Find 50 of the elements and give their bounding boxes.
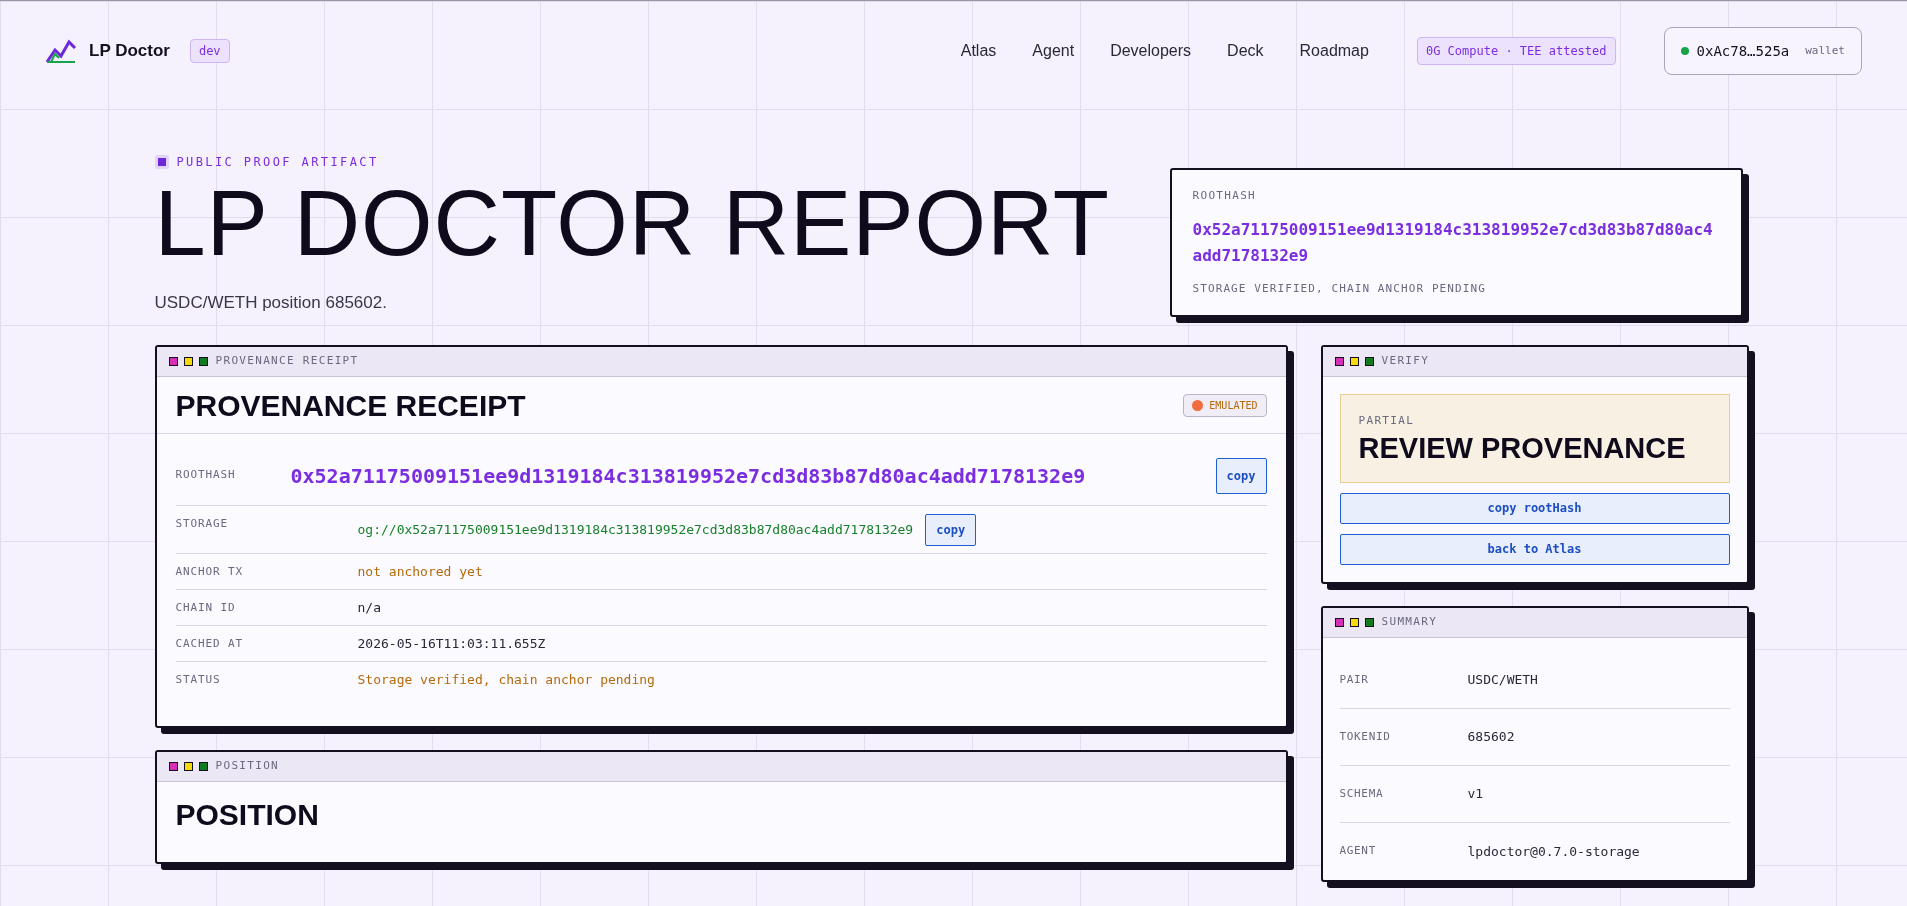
panel-heading: PROVENANCE RECEIPT bbox=[175, 387, 526, 424]
panel-title: POSITION bbox=[215, 758, 280, 775]
row-label: ROOTHASH bbox=[175, 467, 237, 484]
nav-link[interactable]: Roadmap bbox=[1299, 39, 1369, 63]
row-value: n/a bbox=[357, 598, 381, 617]
row-label: ANCHOR TX bbox=[175, 564, 245, 580]
eyebrow-label: PUBLIC PROOF ARTIFACT bbox=[176, 154, 379, 171]
nav-link[interactable]: Atlas bbox=[960, 39, 997, 63]
row-label: TOKENID bbox=[1339, 728, 1392, 745]
row-value: 2026-05-16T11:03:11.655Z bbox=[357, 634, 546, 653]
panel-heading: POSITION bbox=[175, 797, 320, 833]
row-value: USDC/WETH bbox=[1467, 671, 1538, 689]
row-value: v1 bbox=[1467, 785, 1484, 803]
verdict-level: PARTIAL bbox=[1358, 413, 1416, 429]
row-value: lpdoctor@0.7.0-storage bbox=[1467, 842, 1640, 861]
row-value: not anchored yet bbox=[357, 562, 483, 581]
page-subtitle: USDC/WETH position 685602. bbox=[154, 291, 388, 314]
action-button[interactable]: back to Atlas bbox=[1339, 533, 1730, 565]
status-text: STORAGE VERIFIED, CHAIN ANCHOR PENDING bbox=[1192, 280, 1487, 297]
row-value: 0x52a71175009151ee9d1319184c313819952e7cd3d83b87d80ac4add7178132e9 bbox=[290, 462, 1086, 490]
panel-title: VERIFY bbox=[1381, 353, 1430, 370]
panel-title: PROVENANCE RECEIPT bbox=[215, 353, 359, 370]
logo-chart-icon bbox=[45, 38, 77, 64]
env-badge: dev bbox=[189, 39, 230, 63]
row-label: STORAGE bbox=[175, 516, 230, 532]
page-title: LP DOCTOR REPORT bbox=[154, 175, 1110, 272]
copy-button[interactable]: copy bbox=[925, 513, 977, 546]
row-value: Storage verified, chain anchor pending bbox=[357, 671, 655, 690]
square-icon bbox=[154, 155, 169, 169]
row-value: og://0x52a71175009151ee9d1319184c313819952e7cd3d83b87d80ac4add7178132e9 bbox=[357, 520, 914, 539]
row-value: 685602 bbox=[1467, 728, 1515, 746]
row-label: STATUS bbox=[175, 672, 222, 688]
wallet-button[interactable]: 0xAc78…525a wallet bbox=[1663, 27, 1862, 75]
emulated-badge: EMULATED bbox=[1183, 393, 1267, 417]
panel-title: SUMMARY bbox=[1381, 614, 1438, 630]
copy-button[interactable]: copy bbox=[1215, 457, 1267, 494]
row-label: PAIR bbox=[1339, 671, 1370, 688]
nav-link[interactable]: Agent bbox=[1032, 39, 1075, 63]
compute-badge: 0G Compute · TEE attested bbox=[1416, 37, 1616, 65]
row-label: AGENT bbox=[1339, 843, 1377, 859]
row-label: CHAIN ID bbox=[175, 600, 237, 616]
roothash-value: 0x52a71175009151ee9d1319184c313819952e7cd3d83b87d80ac4add7178132e9 bbox=[1192, 218, 1714, 267]
logo-text: LP Doctor bbox=[89, 40, 170, 63]
nav-link[interactable]: Deck bbox=[1227, 39, 1264, 63]
action-button[interactable]: copy rootHash bbox=[1339, 492, 1730, 524]
card-label: ROOTHASH bbox=[1192, 188, 1258, 204]
nav-link[interactable]: Developers bbox=[1110, 39, 1192, 63]
row-label: CACHED AT bbox=[175, 636, 245, 652]
row-label: SCHEMA bbox=[1339, 785, 1385, 802]
verdict-title: REVIEW PROVENANCE bbox=[1358, 430, 1687, 466]
